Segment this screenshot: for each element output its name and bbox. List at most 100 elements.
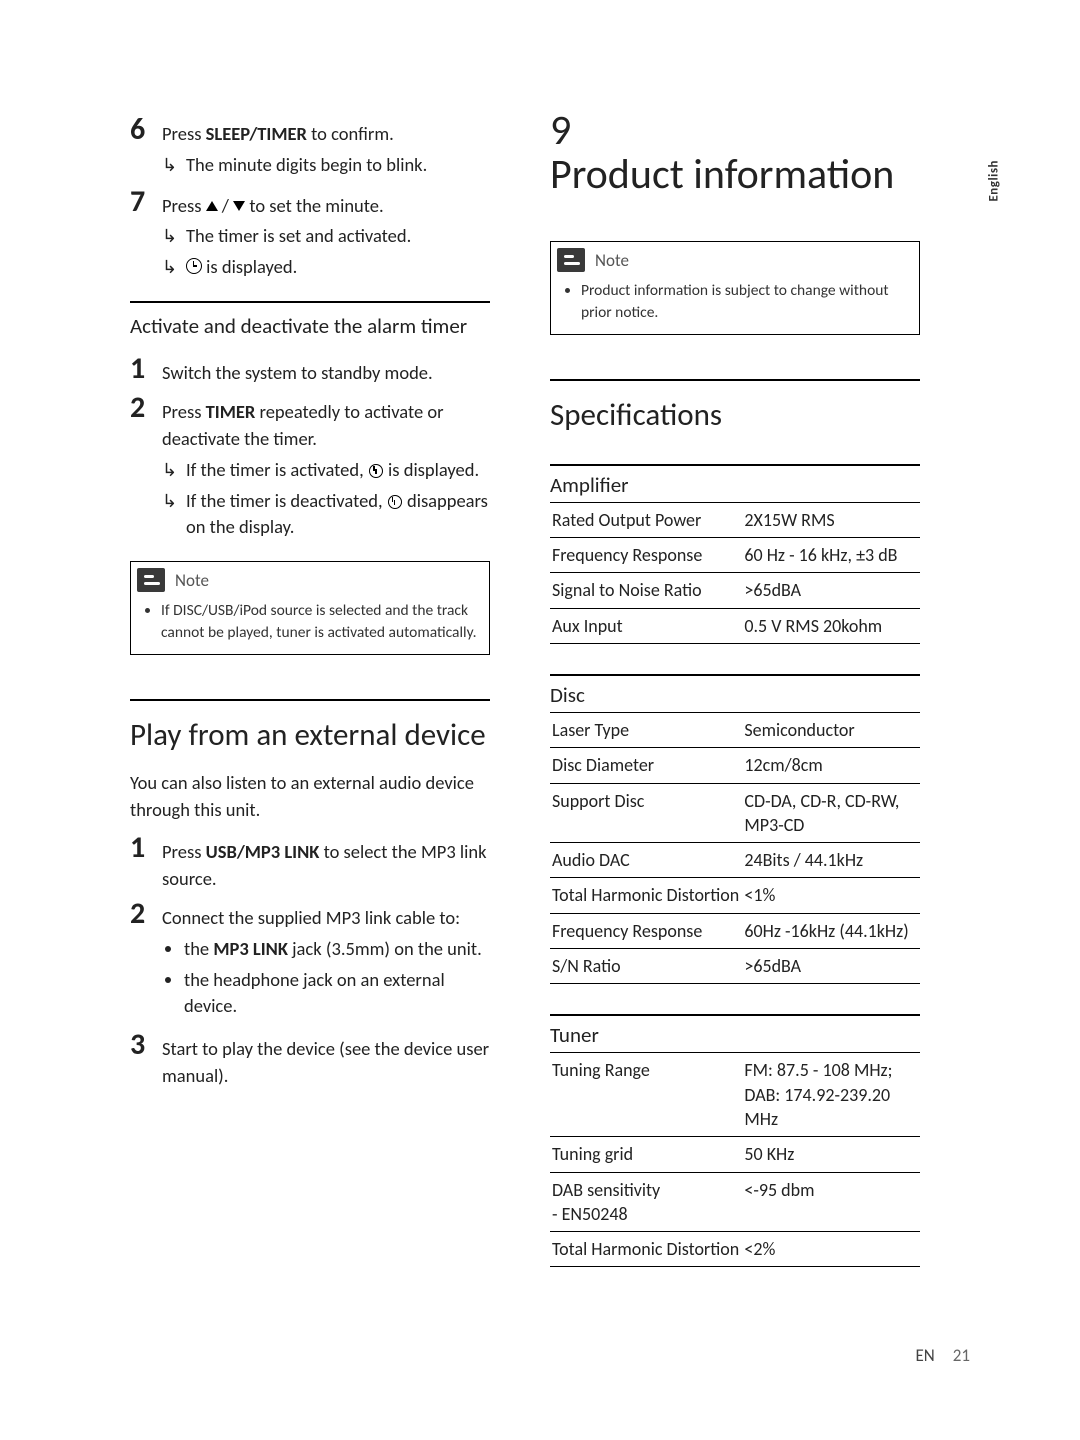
note-box: Note If DISC/USB/iPod source is selected… <box>130 561 490 654</box>
spec-key: Total Harmonic Distortion <box>550 1232 742 1267</box>
spec-row: Rated Output Power2X15W RMS <box>550 503 920 538</box>
spec-title: Disc <box>550 674 920 713</box>
spec-value: FM: 87.5 - 108 MHz; DAB: 174.92-239.20 M… <box>742 1053 920 1136</box>
text: Press <box>162 400 206 423</box>
keyword: SLEEP/TIMER <box>206 122 307 145</box>
section-rule <box>130 301 490 303</box>
page-footer: EN21 <box>915 1345 970 1366</box>
spec-value: 50 KHz <box>742 1137 920 1172</box>
spec-row: Frequency Response60 Hz - 16 kHz, ±3 dB <box>550 538 920 573</box>
alarm-icon <box>368 463 384 478</box>
step-number: 2 <box>130 393 162 543</box>
step-number: 1 <box>130 354 162 387</box>
down-arrow-icon <box>233 201 245 211</box>
spec-value: 12cm/8cm <box>742 748 920 783</box>
text: Connect the supplied MP3 link cable to: <box>162 906 460 929</box>
note-item: Product information is subject to change… <box>581 280 907 323</box>
step-text: Start to play the device (see the device… <box>162 1030 490 1090</box>
result-text: The timer is set and activated. <box>186 223 411 250</box>
section-rule <box>550 379 920 381</box>
spec-key: Frequency Response <box>550 538 742 573</box>
spec-key: Total Harmonic Distortion <box>550 878 742 913</box>
spec-value: <-95 dbm <box>742 1172 920 1232</box>
text: Press <box>162 194 206 217</box>
result-text: If the timer is activated, is displayed. <box>186 457 490 484</box>
spec-row: DAB sensitivity - EN50248<-95 dbm <box>550 1172 920 1232</box>
spec-value: >65dBA <box>742 573 920 608</box>
step-text: Switch the system to standby mode. <box>162 354 433 387</box>
step-number: 6 <box>130 115 162 181</box>
spec-row: Audio DAC24Bits / 44.1kHz <box>550 843 920 878</box>
spec-key: Laser Type <box>550 713 742 748</box>
spec-tuner: Tuner Tuning RangeFM: 87.5 - 108 MHz; DA… <box>550 1014 920 1267</box>
spec-key: Audio DAC <box>550 843 742 878</box>
step-number: 1 <box>130 833 162 893</box>
spec-value: 24Bits / 44.1kHz <box>742 843 920 878</box>
text: / <box>218 194 234 217</box>
step-number: 3 <box>130 1030 162 1090</box>
spec-title: Amplifier <box>550 464 920 503</box>
up-arrow-icon <box>206 201 218 211</box>
spec-row: Laser TypeSemiconductor <box>550 713 920 748</box>
spec-row: Tuning grid50 KHz <box>550 1137 920 1172</box>
result-arrow-icon: ↳ <box>162 254 186 281</box>
section-heading: Play from an external device <box>130 717 490 754</box>
spec-key: Rated Output Power <box>550 503 742 538</box>
ext-step-1: 1 Press USB/MP3 LINK to select the MP3 l… <box>130 833 490 893</box>
clock-icon <box>186 258 202 274</box>
spec-key: Tuning Range <box>550 1053 742 1136</box>
text: Press <box>162 122 206 145</box>
step-6: 6 Press SLEEP/TIMER to confirm. ↳The min… <box>130 115 490 181</box>
text: to confirm. <box>307 122 394 145</box>
spec-disc: Disc Laser TypeSemiconductorDisc Diamete… <box>550 674 920 984</box>
note-item: If DISC/USB/iPod source is selected and … <box>161 600 477 643</box>
spec-value: 2X15W RMS <box>742 503 920 538</box>
chapter-title: Product information <box>550 153 894 197</box>
result-text: is displayed. <box>186 254 411 281</box>
section-heading: Specifications <box>550 397 920 434</box>
spec-row: Support DiscCD-DA, CD-R, CD-RW, MP3-CD <box>550 783 920 843</box>
bullet-item: the headphone jack on an external device… <box>184 967 490 1021</box>
keyword: TIMER <box>206 400 256 423</box>
text: to set the minute. <box>245 194 384 217</box>
note-icon <box>137 568 165 592</box>
note-label: Note <box>595 250 629 271</box>
spec-value: CD-DA, CD-R, CD-RW, MP3-CD <box>742 783 920 843</box>
result-text: If the timer is deactivated, disappears … <box>186 488 490 542</box>
spec-value: 0.5 V RMS 20kohm <box>742 608 920 643</box>
spec-value: Semiconductor <box>742 713 920 748</box>
spec-row: Tuning RangeFM: 87.5 - 108 MHz; DAB: 174… <box>550 1053 920 1136</box>
result-arrow-icon: ↳ <box>162 457 186 484</box>
spec-title: Tuner <box>550 1014 920 1053</box>
result-arrow-icon: ↳ <box>162 488 186 542</box>
step-7: 7 Press / to set the minute. ↳The timer … <box>130 187 490 283</box>
step-number: 2 <box>130 899 162 1024</box>
spec-row: S/N Ratio>65dBA <box>550 949 920 984</box>
alarm-step-2: 2 Press TIMER repeatedly to activate or … <box>130 393 490 543</box>
alarm-step-1: 1 Switch the system to standby mode. <box>130 354 490 387</box>
step-number: 7 <box>130 187 162 283</box>
result-arrow-icon: ↳ <box>162 152 186 179</box>
intro-paragraph: You can also listen to an external audio… <box>130 770 490 824</box>
spec-row: Total Harmonic Distortion<2% <box>550 1232 920 1267</box>
spec-row: Total Harmonic Distortion<1% <box>550 878 920 913</box>
spec-key: Disc Diameter <box>550 748 742 783</box>
right-column: 9 Product information Note Product infor… <box>550 115 920 1267</box>
spec-row: Disc Diameter12cm/8cm <box>550 748 920 783</box>
ext-step-2: 2 Connect the supplied MP3 link cable to… <box>130 899 490 1024</box>
spec-row: Frequency Response60Hz -16kHz (44.1kHz) <box>550 913 920 948</box>
note-label: Note <box>175 570 209 591</box>
chapter-heading: 9 Product information <box>550 109 920 197</box>
spec-key: S/N Ratio <box>550 949 742 984</box>
footer-lang: EN <box>915 1345 934 1366</box>
spec-value: 60Hz -16kHz (44.1kHz) <box>742 913 920 948</box>
spec-amplifier: Amplifier Rated Output Power2X15W RMSFre… <box>550 464 920 644</box>
spec-key: DAB sensitivity - EN50248 <box>550 1172 742 1232</box>
spec-key: Aux Input <box>550 608 742 643</box>
left-column: 6 Press SLEEP/TIMER to confirm. ↳The min… <box>130 115 490 1267</box>
alarm-icon <box>387 494 403 509</box>
spec-key: Signal to Noise Ratio <box>550 573 742 608</box>
chapter-number: 9 <box>550 109 596 153</box>
note-box: Note Product information is subject to c… <box>550 241 920 334</box>
spec-row: Signal to Noise Ratio>65dBA <box>550 573 920 608</box>
